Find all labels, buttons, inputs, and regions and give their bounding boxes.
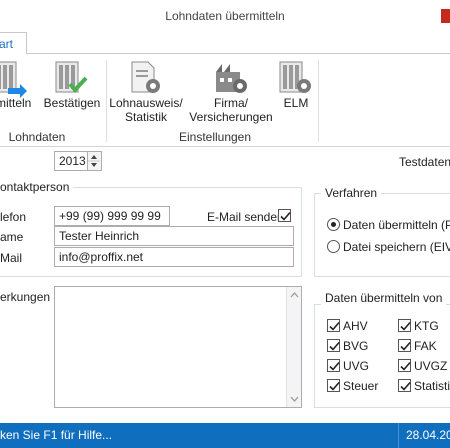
name-label: ame bbox=[0, 230, 24, 244]
bemerkungen-textarea[interactable] bbox=[54, 286, 302, 408]
transmit-icon bbox=[0, 61, 27, 98]
building-gear-icon bbox=[216, 64, 247, 93]
checkmark-icon bbox=[400, 341, 411, 351]
right-checkbox-label-0: KTG bbox=[414, 319, 439, 333]
right-checkbox-3[interactable] bbox=[398, 379, 411, 392]
radio-datei-speichern[interactable] bbox=[327, 240, 340, 253]
checkmark-icon bbox=[280, 211, 291, 221]
verfahren-legend: Verfahren bbox=[321, 186, 382, 200]
settings-gear-icon bbox=[131, 61, 160, 93]
checkmark-icon bbox=[400, 381, 411, 391]
email-field[interactable]: info@proffix.net bbox=[54, 247, 294, 267]
firma-label-line2: Versicherungen bbox=[189, 110, 273, 124]
close-window-button[interactable] bbox=[441, 9, 450, 23]
left-checkbox-label-0: AHV bbox=[343, 319, 368, 333]
lohnausweis-label-line2: Statistik bbox=[124, 110, 167, 124]
firma-label-line1: Firma/ bbox=[214, 96, 248, 110]
right-checkbox-label-1: FAK bbox=[414, 339, 437, 353]
left-checkbox-2[interactable] bbox=[327, 359, 340, 372]
name-field[interactable]: Tester Heinrich bbox=[54, 226, 294, 246]
checkmark-icon bbox=[329, 381, 340, 391]
scroll-arrows-icon bbox=[290, 292, 299, 402]
elm-gear-icon bbox=[279, 61, 311, 93]
checkmark-icon bbox=[329, 341, 340, 351]
testdaten-label: Testdaten bbox=[399, 155, 450, 169]
left-checkbox-label-1: BVG bbox=[343, 339, 369, 353]
lohnausweis-label-line1: Lohnausweis/ bbox=[109, 96, 183, 110]
right-checkbox-0[interactable] bbox=[398, 319, 411, 332]
daten-uebermitteln-legend: Daten übermitteln von bbox=[321, 291, 447, 305]
tab-start[interactable]: art bbox=[0, 32, 27, 55]
verfahren-group bbox=[314, 193, 450, 277]
radio-daten-uebermitteln[interactable] bbox=[327, 218, 340, 231]
year-spinner[interactable] bbox=[88, 151, 102, 171]
checkmark-icon bbox=[329, 361, 340, 371]
right-checkbox-label-2: UVGZ bbox=[414, 359, 448, 373]
right-checkbox-label-3: Statistik bbox=[414, 379, 450, 393]
checkmark-icon bbox=[400, 321, 411, 331]
status-date: 28.04.20 bbox=[406, 428, 450, 442]
ribbon-tab-strip bbox=[0, 32, 450, 54]
left-checkbox-label-2: UVG bbox=[343, 359, 370, 373]
ribbon-group-separator bbox=[318, 60, 319, 142]
radio-datei-speichern-label: Datei speichern (EIV) bbox=[343, 240, 450, 254]
ribbon-group-lohndaten-label: Lohndaten bbox=[8, 130, 66, 144]
elm-button-label: ELM bbox=[283, 96, 309, 110]
left-checkbox-3[interactable] bbox=[327, 379, 340, 392]
left-checkbox-1[interactable] bbox=[327, 339, 340, 352]
ribbon-group-einstellungen-label: Einstellungen bbox=[178, 130, 252, 144]
bemerkungen-label: erkungen bbox=[0, 290, 51, 304]
telefon-field[interactable]: +99 (99) 999 99 99 bbox=[54, 206, 170, 226]
spinner-arrows-icon bbox=[88, 155, 100, 167]
right-checkbox-2[interactable] bbox=[398, 359, 411, 372]
status-separator bbox=[398, 423, 399, 448]
kontaktperson-legend: ontaktperson bbox=[0, 180, 74, 194]
email-label: Mail bbox=[0, 251, 23, 265]
email-senden-label: E-Mail senden bbox=[207, 210, 284, 224]
confirm-button-label: Bestätigen bbox=[43, 96, 101, 110]
bemerkungen-scrollbar[interactable] bbox=[286, 287, 301, 407]
right-checkbox-1[interactable] bbox=[398, 339, 411, 352]
left-checkbox-label-3: Steuer bbox=[343, 379, 379, 393]
checkmark-icon bbox=[329, 321, 340, 331]
checkmark-icon bbox=[400, 361, 411, 371]
window-title: Lohndaten übermitteln bbox=[165, 9, 285, 23]
transmit-button-label: mitteln bbox=[0, 96, 32, 110]
radio-daten-uebermitteln-label: Daten übermitteln (PIV bbox=[343, 218, 450, 232]
ribbon-group-separator bbox=[106, 60, 107, 142]
left-checkbox-0[interactable] bbox=[327, 319, 340, 332]
year-field[interactable]: 2013 bbox=[54, 151, 88, 171]
email-senden-checkbox[interactable] bbox=[278, 209, 291, 222]
status-hint: ken Sie F1 für Hilfe... bbox=[0, 428, 113, 442]
telefon-label: lefon bbox=[0, 210, 27, 224]
confirm-icon bbox=[55, 61, 88, 94]
